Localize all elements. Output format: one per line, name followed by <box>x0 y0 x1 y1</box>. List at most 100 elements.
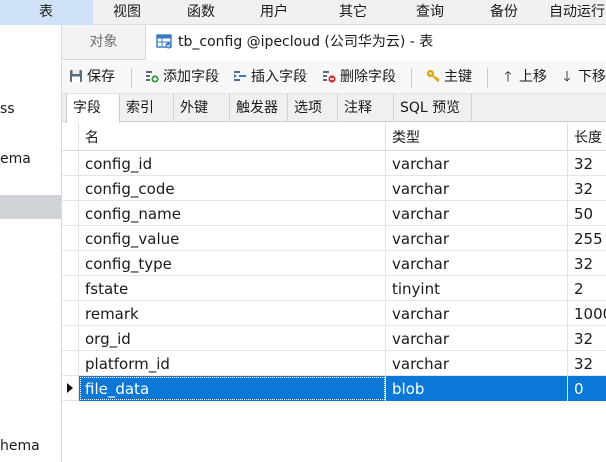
table-row[interactable]: config_name varchar 50 <box>62 201 606 226</box>
sidebar-selected-item[interactable] <box>0 195 61 219</box>
primary-key-button-label: 主键 <box>444 69 472 85</box>
row-indicator-cell[interactable] <box>62 226 79 251</box>
tab-table-design[interactable]: tb_config @ipecloud (公司华为云) - 表 <box>146 25 606 61</box>
row-indicator-cell[interactable] <box>62 151 79 176</box>
move-down-button-label: 下移 <box>578 69 606 85</box>
menu-item-function[interactable]: 函数 <box>187 0 215 25</box>
tab-indexes[interactable]: 索引 <box>120 94 174 122</box>
field-length-cell[interactable]: 32 <box>568 251 606 276</box>
menu-item-label: 表 <box>39 4 53 20</box>
move-up-button-label: 上移 <box>519 69 547 85</box>
field-length-cell[interactable]: 2 <box>568 276 606 301</box>
field-name-cell[interactable]: config_type <box>79 251 386 276</box>
field-length-cell[interactable]: 32 <box>568 326 606 351</box>
menu-item-autorun[interactable]: 自动运行 <box>549 0 605 25</box>
menu-bar: 表 视图 函数 用户 其它 查询 备份 自动运行 <box>0 0 606 25</box>
sidebar-item-label[interactable]: ss <box>0 101 15 117</box>
field-name-cell[interactable]: config_value <box>79 226 386 251</box>
column-header-label: 长度 <box>574 130 602 146</box>
menu-item-query[interactable]: 查询 <box>416 0 444 25</box>
add-field-button[interactable]: 添加字段 <box>144 61 219 94</box>
row-indicator-cell[interactable] <box>62 201 79 226</box>
field-name-cell[interactable]: config_name <box>79 201 386 226</box>
tab-label: 选项 <box>294 100 322 116</box>
tab-sql-preview[interactable]: SQL 预览 <box>394 94 472 122</box>
field-length-cell[interactable]: 32 <box>568 151 606 176</box>
field-type-cell[interactable]: varchar <box>386 226 568 251</box>
table-row[interactable]: remarkvarchar1000 <box>62 301 606 326</box>
menu-item-label: 视图 <box>113 4 141 20</box>
row-indicator-cell[interactable] <box>62 376 79 401</box>
field-name-cell[interactable]: file_data <box>79 376 386 401</box>
field-type-cell[interactable]: varchar <box>386 326 568 351</box>
tab-comments[interactable]: 注释 <box>338 94 394 122</box>
column-header-type[interactable]: 类型 <box>386 123 568 151</box>
field-name-cell[interactable]: config_id <box>79 151 386 176</box>
arrow-down-icon: 🡓 <box>563 69 571 85</box>
primary-key-button[interactable]: 主键 <box>425 61 472 94</box>
field-length-cell[interactable]: 0 <box>568 376 606 401</box>
column-header-length[interactable]: 长度 <box>568 123 606 151</box>
table-icon <box>156 28 172 63</box>
row-indicator-cell[interactable] <box>62 326 79 351</box>
add-field-icon <box>144 61 160 94</box>
table-row[interactable]: config_id varchar 32 <box>62 151 606 176</box>
field-type-cell[interactable]: varchar <box>386 151 568 176</box>
tab-fields[interactable]: 字段 <box>66 94 120 123</box>
field-length-cell[interactable]: 32 <box>568 351 606 376</box>
field-type-cell[interactable]: varchar <box>386 351 568 376</box>
field-length-cell[interactable]: 50 <box>568 201 606 226</box>
fields-grid: 名 类型 长度 config_id varchar 32 config_code var… <box>62 123 606 462</box>
table-row[interactable]: platform_id varchar 32 <box>62 351 606 376</box>
row-indicator-cell[interactable] <box>62 251 79 276</box>
save-button[interactable]: 保存 <box>68 61 115 94</box>
tab-label: 索引 <box>126 100 154 116</box>
menu-item-other[interactable]: 其它 <box>339 0 367 25</box>
column-header-label: 类型 <box>392 130 420 146</box>
sidebar-item-label[interactable]: hema <box>0 438 40 454</box>
field-type-cell[interactable]: varchar <box>386 201 568 226</box>
tab-options[interactable]: 选项 <box>288 94 338 122</box>
field-name-cell[interactable]: remark <box>79 301 386 326</box>
sidebar-item-label[interactable]: ema <box>0 151 31 167</box>
column-header-label: 名 <box>85 130 99 146</box>
row-indicator-cell[interactable] <box>62 176 79 201</box>
field-type-cell[interactable]: varchar <box>386 251 568 276</box>
move-down-button[interactable]: 🡓 下移 <box>559 61 606 94</box>
column-header-name[interactable]: 名 <box>79 123 386 151</box>
menu-item-table[interactable]: 表 <box>0 0 93 25</box>
delete-field-icon <box>321 61 337 94</box>
navigation-pane: ss ema hema <box>0 25 62 462</box>
menu-item-backup[interactable]: 备份 <box>490 0 518 25</box>
row-indicator-cell[interactable] <box>62 276 79 301</box>
menu-item-label: 查询 <box>416 4 444 20</box>
field-length-cell[interactable]: 255 <box>568 226 606 251</box>
move-up-button[interactable]: 🡑 上移 <box>500 61 547 94</box>
menu-item-label: 自动运行 <box>549 4 605 20</box>
table-row[interactable]: org_id varchar 32 <box>62 326 606 351</box>
field-type-cell[interactable]: varchar <box>386 176 568 201</box>
table-row[interactable]: file_data blob 0 <box>62 376 606 401</box>
field-length-cell[interactable]: 32 <box>568 176 606 201</box>
field-length-cell[interactable]: 1000 <box>568 301 606 326</box>
field-name-cell[interactable]: config_code <box>79 176 386 201</box>
tab-triggers[interactable]: 触发器 <box>230 94 288 122</box>
table-row[interactable]: config_code varchar 32 <box>62 176 606 201</box>
menu-item-user[interactable]: 用户 <box>260 0 288 25</box>
row-indicator-cell[interactable] <box>62 351 79 376</box>
table-row[interactable]: fstate tinyint 2 <box>62 276 606 301</box>
field-name-cell[interactable]: platform_id <box>79 351 386 376</box>
tab-objects[interactable]: 对象 <box>62 25 146 60</box>
insert-field-button[interactable]: 插入字段 <box>232 61 307 94</box>
field-name-cell[interactable]: fstate <box>79 276 386 301</box>
field-name-cell[interactable]: org_id <box>79 326 386 351</box>
delete-field-button[interactable]: 删除字段 <box>321 61 396 94</box>
field-type-cell[interactable]: tinyint <box>386 276 568 301</box>
table-row[interactable]: config_type varchar 32 <box>62 251 606 276</box>
tab-foreign-keys[interactable]: 外键 <box>174 94 230 122</box>
table-row[interactable]: config_value varchar 255 <box>62 226 606 251</box>
row-indicator-cell[interactable] <box>62 301 79 326</box>
field-type-cell[interactable]: varchar <box>386 301 568 326</box>
field-type-cell[interactable]: blob <box>386 376 568 401</box>
menu-item-view[interactable]: 视图 <box>113 0 141 25</box>
